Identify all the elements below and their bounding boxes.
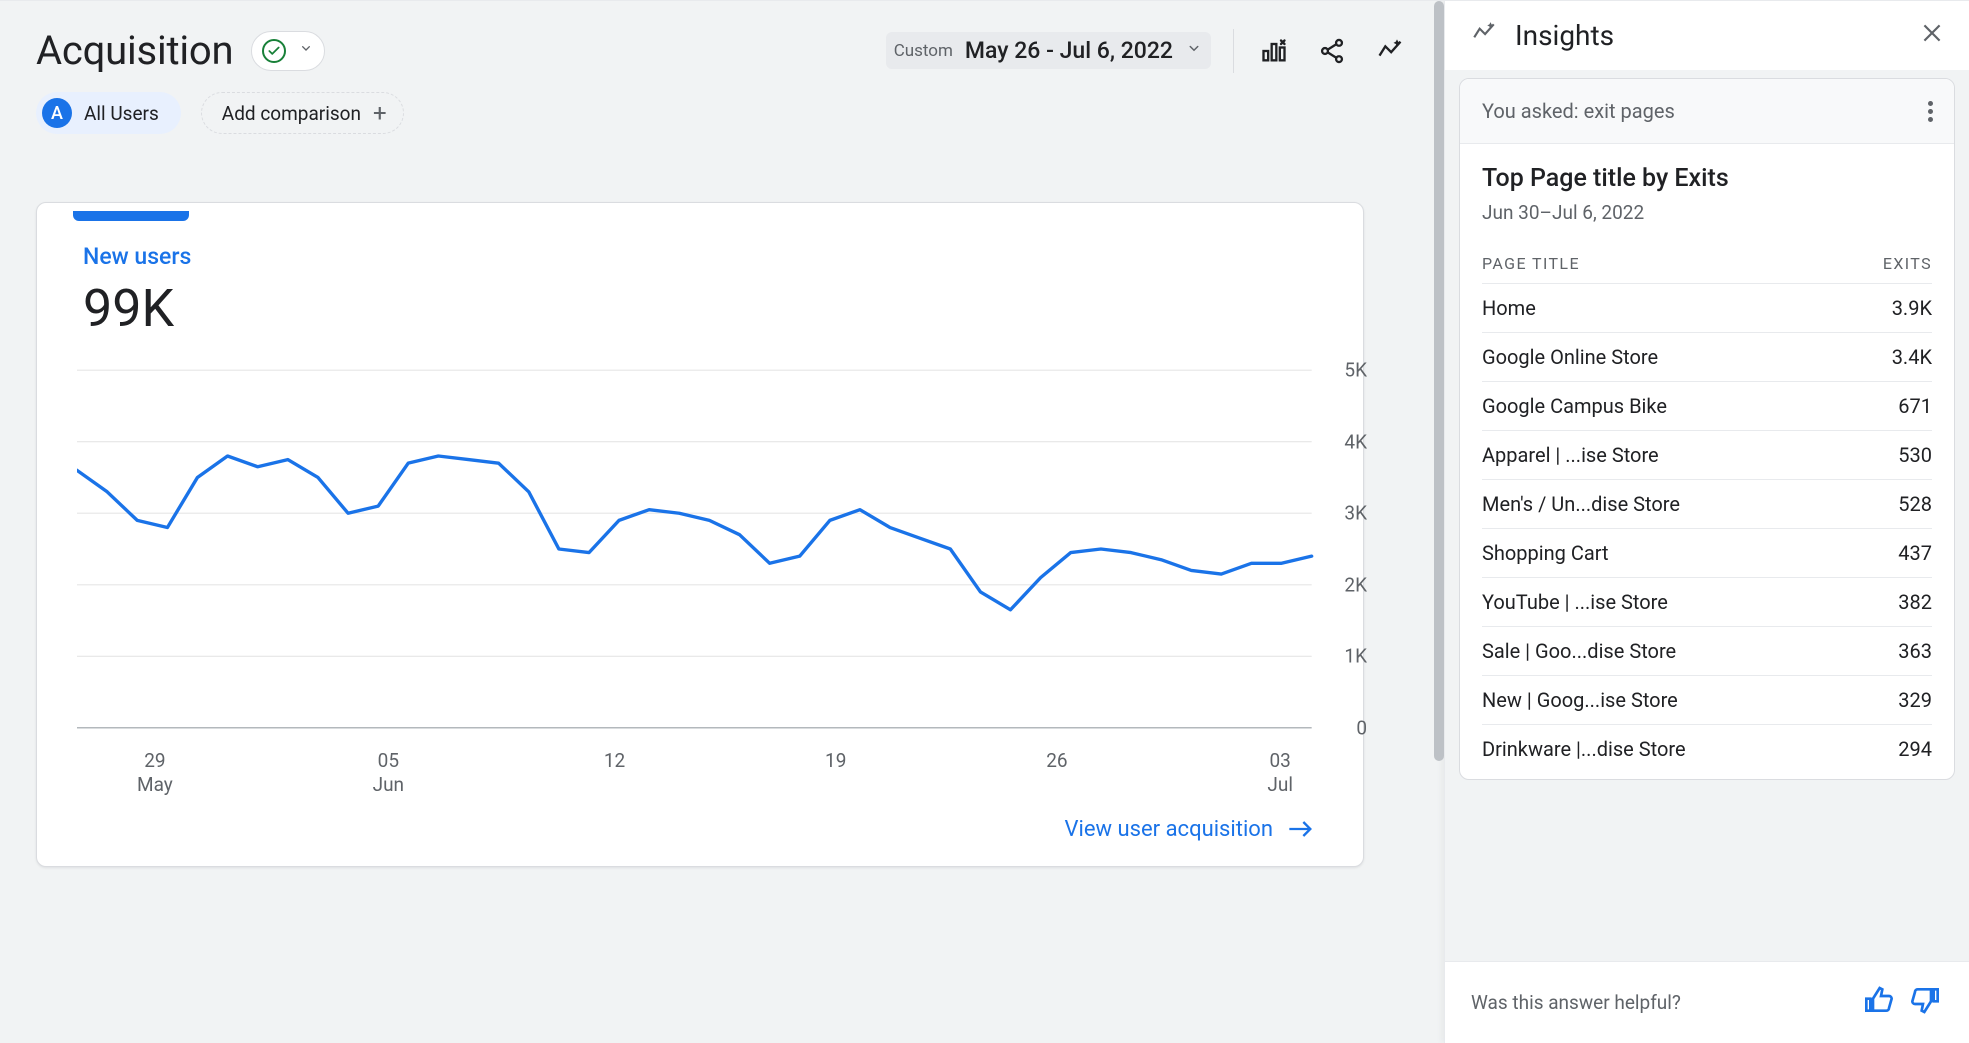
add-comparison-button[interactable]: Add comparison + xyxy=(201,92,404,134)
table-row[interactable]: New | Goog...ise Store 329 xyxy=(1482,676,1932,725)
thumbs-up-icon[interactable] xyxy=(1861,984,1893,1021)
row-exits: 363 xyxy=(1898,639,1932,663)
x-tick-label: 03Jul xyxy=(1267,749,1293,797)
main-area: Acquisition Custom May 26 - Jul 6, 2022 xyxy=(0,0,1444,1043)
insight-card-title: Top Page title by Exits xyxy=(1482,164,1932,193)
x-tick-label: 05Jun xyxy=(373,749,404,797)
table-row[interactable]: Shopping Cart 437 xyxy=(1482,529,1932,578)
link-text: View user acquisition xyxy=(1065,817,1273,842)
segment-row: A All Users Add comparison + xyxy=(0,84,1444,152)
y-tick-label: 2K xyxy=(1344,573,1367,596)
date-range-picker[interactable]: Custom May 26 - Jul 6, 2022 xyxy=(886,32,1211,69)
table-row[interactable]: Drinkware |...dise Store 294 xyxy=(1482,725,1932,773)
card-footer: View user acquisition xyxy=(67,797,1333,842)
insight-card-body: Top Page title by Exits Jun 30–Jul 6, 20… xyxy=(1460,144,1954,779)
x-tick-label: 26 xyxy=(1046,749,1067,797)
you-asked-row: You asked: exit pages xyxy=(1460,79,1954,144)
row-page-title: Shopping Cart xyxy=(1482,541,1609,565)
col-page-title: PAGE TITLE xyxy=(1482,254,1580,273)
insights-header: Insights xyxy=(1445,1,1969,70)
page-title: Acquisition xyxy=(36,27,233,74)
insights-body: You asked: exit pages Top Page title by … xyxy=(1445,70,1969,961)
row-page-title: Men's / Un...dise Store xyxy=(1482,492,1680,516)
row-page-title: Home xyxy=(1482,296,1536,320)
tab-indicator xyxy=(73,211,189,221)
insight-card: You asked: exit pages Top Page title by … xyxy=(1459,78,1955,780)
helpful-question: Was this answer helpful? xyxy=(1471,991,1681,1014)
row-page-title: Sale | Goo...dise Store xyxy=(1482,639,1676,663)
y-tick-label: 4K xyxy=(1344,430,1367,453)
row-page-title: Google Online Store xyxy=(1482,345,1658,369)
table-row[interactable]: Apparel | ...ise Store 530 xyxy=(1482,431,1932,480)
view-user-acquisition-link[interactable]: View user acquisition xyxy=(1065,817,1315,842)
check-circle-icon xyxy=(262,39,286,63)
row-exits: 3.9K xyxy=(1892,296,1932,320)
insights-spark-icon xyxy=(1471,20,1497,51)
segment-badge: A xyxy=(42,98,72,128)
header: Acquisition Custom May 26 - Jul 6, 2022 xyxy=(0,13,1444,84)
segment-all-users[interactable]: A All Users xyxy=(36,92,181,134)
insights-spark-icon[interactable] xyxy=(1372,33,1408,69)
header-right: Custom May 26 - Jul 6, 2022 xyxy=(886,29,1408,73)
thumbs-down-icon[interactable] xyxy=(1911,984,1943,1021)
insights-footer: Was this answer helpful? xyxy=(1445,961,1969,1043)
x-tick-label: 12 xyxy=(604,749,625,797)
table-row[interactable]: YouTube | ...ise Store 382 xyxy=(1482,578,1932,627)
insights-title: Insights xyxy=(1515,19,1614,52)
arrow-right-icon xyxy=(1287,819,1315,839)
row-exits: 671 xyxy=(1898,394,1932,418)
row-exits: 3.4K xyxy=(1892,345,1932,369)
col-exits: EXITS xyxy=(1883,254,1932,273)
row-page-title: Drinkware |...dise Store xyxy=(1482,737,1686,761)
x-tick-label: 19 xyxy=(825,749,846,797)
y-tick-label: 5K xyxy=(1344,359,1367,382)
row-exits: 382 xyxy=(1898,590,1932,614)
you-asked-text: You asked: exit pages xyxy=(1482,99,1675,123)
caret-down-icon xyxy=(1185,39,1203,62)
row-page-title: New | Goog...ise Store xyxy=(1482,688,1678,712)
status-pill[interactable] xyxy=(251,31,325,71)
row-exits: 437 xyxy=(1898,541,1932,565)
share-icon[interactable] xyxy=(1314,33,1350,69)
line-chart: 01K2K3K4K5K xyxy=(77,359,1323,739)
y-tick-label: 0 xyxy=(1356,716,1367,739)
x-tick-label: 29May xyxy=(137,749,173,797)
table-header: PAGE TITLE EXITS xyxy=(1482,248,1932,284)
metric-value: 99K xyxy=(83,278,1333,339)
table-row[interactable]: Home 3.9K xyxy=(1482,284,1932,333)
row-page-title: YouTube | ...ise Store xyxy=(1482,590,1668,614)
metric-label[interactable]: New users xyxy=(83,243,1333,270)
kebab-menu-icon[interactable] xyxy=(1916,97,1944,125)
row-exits: 528 xyxy=(1898,492,1932,516)
plus-icon: + xyxy=(373,101,387,125)
date-range-text: May 26 - Jul 6, 2022 xyxy=(965,37,1173,64)
customize-report-icon[interactable] xyxy=(1256,33,1292,69)
date-mode-label: Custom xyxy=(894,41,953,61)
table-row[interactable]: Google Online Store 3.4K xyxy=(1482,333,1932,382)
row-exits: 294 xyxy=(1898,737,1932,761)
close-icon[interactable] xyxy=(1919,20,1945,51)
row-page-title: Google Campus Bike xyxy=(1482,394,1667,418)
add-comparison-label: Add comparison xyxy=(222,102,361,125)
row-page-title: Apparel | ...ise Store xyxy=(1482,443,1659,467)
y-tick-label: 3K xyxy=(1344,502,1367,525)
segment-label: All Users xyxy=(84,102,159,125)
y-tick-label: 1K xyxy=(1344,645,1367,668)
x-axis-labels: 29May 05Jun 12 19 26 03Jul xyxy=(67,749,1333,797)
scrollbar[interactable] xyxy=(1434,1,1444,761)
acquisition-card: New users 99K 01K2K3K4K5K 29May05Jun1219… xyxy=(36,202,1364,867)
insights-panel: Insights You asked: exit pages Top Page … xyxy=(1444,0,1969,1043)
table-row[interactable]: Google Campus Bike 671 xyxy=(1482,382,1932,431)
table-row[interactable]: Sale | Goo...dise Store 363 xyxy=(1482,627,1932,676)
divider xyxy=(1233,29,1234,73)
row-exits: 329 xyxy=(1898,688,1932,712)
insight-card-subtitle: Jun 30–Jul 6, 2022 xyxy=(1482,201,1932,224)
table-row[interactable]: Men's / Un...dise Store 528 xyxy=(1482,480,1932,529)
row-exits: 530 xyxy=(1898,443,1932,467)
caret-down-icon xyxy=(298,40,314,61)
